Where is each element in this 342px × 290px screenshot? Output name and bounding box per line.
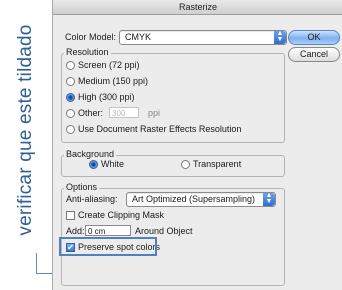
antialiasing-label: Anti-aliasing: bbox=[66, 194, 118, 204]
annotation-highlight-box bbox=[59, 237, 157, 256]
color-model-value: CMYK bbox=[125, 32, 152, 42]
other-ppi-unit: ppi bbox=[148, 108, 161, 118]
ok-button[interactable]: OK bbox=[288, 30, 340, 45]
updown-arrows-icon: ▲ ▼ bbox=[274, 30, 286, 44]
around-object-label: Around Object bbox=[135, 226, 193, 236]
radio-medium-label: Medium (150 ppi) bbox=[78, 76, 149, 86]
radio-other-label: Other: bbox=[78, 108, 104, 118]
radio-white-label: White bbox=[101, 159, 125, 169]
radio-transparent-label: Transparent bbox=[193, 159, 242, 169]
radio-screen-label: Screen (72 ppi) bbox=[78, 60, 140, 70]
cancel-button[interactable]: Cancel bbox=[288, 47, 340, 62]
add-input[interactable]: 0 cm bbox=[85, 225, 131, 236]
radio-screen[interactable] bbox=[66, 61, 75, 70]
radio-medium[interactable] bbox=[66, 77, 75, 86]
radio-high-label: High (300 ppi) bbox=[78, 92, 135, 102]
annotation-strip: verificar que este tildado bbox=[0, 0, 60, 290]
create-clipping-mask-label: Create Clipping Mask bbox=[78, 210, 165, 220]
radio-white[interactable] bbox=[89, 160, 98, 169]
options-title: Options bbox=[64, 182, 100, 192]
annotation-text: verificar que este tildado bbox=[15, 24, 36, 236]
other-ppi-input[interactable]: 300 bbox=[109, 107, 139, 118]
radio-document-resolution[interactable] bbox=[66, 125, 75, 134]
radio-transparent[interactable] bbox=[181, 160, 190, 169]
radio-high[interactable] bbox=[66, 93, 75, 102]
window-title: Rasterize bbox=[53, 0, 342, 15]
antialiasing-select[interactable]: Art Optimized (Supersampling) ▲ ▼ bbox=[126, 192, 276, 207]
color-model-select[interactable]: CMYK ▲ ▼ bbox=[119, 30, 287, 45]
updown-arrows-icon: ▲ ▼ bbox=[263, 192, 275, 206]
background-title: Background bbox=[64, 149, 117, 159]
resolution-title: Resolution bbox=[64, 47, 111, 57]
radio-document-resolution-label: Use Document Raster Effects Resolution bbox=[78, 124, 242, 134]
antialiasing-value: Art Optimized (Supersampling) bbox=[132, 194, 256, 204]
radio-other[interactable] bbox=[66, 109, 75, 118]
annotation-leader-vertical bbox=[36, 253, 37, 274]
color-model-label: Color Model: bbox=[65, 32, 117, 42]
create-clipping-mask-checkbox[interactable] bbox=[66, 211, 75, 220]
add-label: Add: bbox=[66, 226, 85, 236]
